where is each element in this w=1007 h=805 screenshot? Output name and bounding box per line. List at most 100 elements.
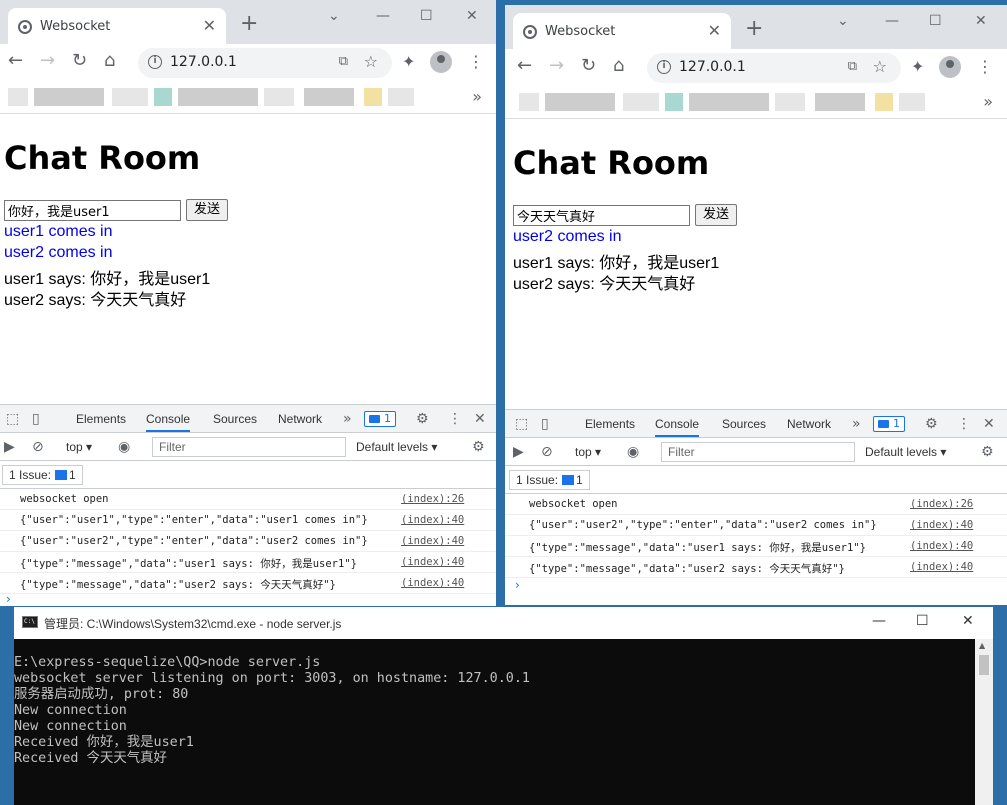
back-icon[interactable]: ← <box>8 52 23 70</box>
filter-input[interactable]: Filter <box>152 437 346 457</box>
bookmark-item[interactable] <box>264 88 294 106</box>
forward-icon[interactable]: → <box>40 52 55 70</box>
bookmark-item[interactable] <box>364 88 382 106</box>
maximize-button[interactable]: ☐ <box>916 613 929 629</box>
close-tab-icon[interactable]: ✕ <box>203 16 216 35</box>
bookmark-item[interactable] <box>689 93 769 111</box>
translate-icon[interactable]: ⧉ <box>339 54 348 69</box>
new-tab-button[interactable]: + <box>240 13 258 35</box>
inspect-icon[interactable]: ⬚ <box>6 411 19 427</box>
context-selector[interactable]: top ▾ <box>575 445 601 459</box>
info-icon[interactable]: i <box>657 60 671 74</box>
device-toggle-icon[interactable]: ▯ <box>32 411 40 427</box>
clear-console-icon[interactable]: ⊘ <box>541 444 553 460</box>
scrollbar[interactable]: ▲ <box>975 639 993 805</box>
eye-icon[interactable]: ◉ <box>118 439 130 455</box>
menu-icon[interactable]: ⋮ <box>977 57 993 76</box>
bookmark-item[interactable] <box>8 88 28 106</box>
console-prompt[interactable]: › <box>515 578 520 592</box>
menu-icon[interactable]: ⋮ <box>468 52 484 71</box>
bookmark-item[interactable] <box>178 88 258 106</box>
close-tab-icon[interactable]: ✕ <box>708 21 721 40</box>
console-settings-icon[interactable]: ⚙ <box>981 444 994 460</box>
log-levels-dropdown[interactable]: Default levels ▾ <box>356 440 437 454</box>
address-bar[interactable]: i 127.0.0.1 ⧉ ☆ <box>647 53 901 83</box>
extensions-icon[interactable]: ✦ <box>911 57 924 76</box>
bookmark-item[interactable] <box>388 88 414 106</box>
minimize-button[interactable]: — <box>872 613 886 629</box>
bookmark-item[interactable] <box>665 93 683 111</box>
log-source-link[interactable]: (index):40 <box>910 540 973 552</box>
log-source-link[interactable]: (index):40 <box>401 577 464 589</box>
more-options-icon[interactable]: ⋮ <box>957 416 971 432</box>
more-bookmarks-icon[interactable]: » <box>983 92 993 111</box>
gear-icon[interactable]: ⚙ <box>925 416 938 432</box>
more-bookmarks-icon[interactable]: » <box>472 87 482 106</box>
tab-search-icon[interactable]: ⌄ <box>837 13 849 29</box>
minimize-button[interactable]: — <box>376 8 390 24</box>
more-tabs-icon[interactable]: » <box>852 416 861 432</box>
bookmark-item[interactable] <box>775 93 805 111</box>
close-window-button[interactable]: ✕ <box>962 613 974 629</box>
bookmark-item[interactable] <box>112 88 148 106</box>
info-icon[interactable]: i <box>148 55 162 69</box>
clear-console-icon[interactable]: ⊘ <box>32 439 44 455</box>
tab-sources[interactable]: Sources <box>722 417 766 431</box>
close-devtools-icon[interactable]: ✕ <box>474 411 486 427</box>
bookmark-item[interactable] <box>154 88 172 106</box>
log-levels-dropdown[interactable]: Default levels ▾ <box>865 445 946 459</box>
minimize-button[interactable]: — <box>885 13 899 29</box>
address-bar[interactable]: i 127.0.0.1 ⧉ ☆ <box>138 48 392 78</box>
log-source-link[interactable]: (index):40 <box>910 519 973 531</box>
tab-elements[interactable]: Elements <box>76 412 126 426</box>
bookmark-item[interactable] <box>623 93 659 111</box>
tab-sources[interactable]: Sources <box>213 412 257 426</box>
log-source-link[interactable]: (index):40 <box>401 556 464 568</box>
browser-tab[interactable]: Websocket ✕ <box>8 8 226 44</box>
bookmark-item[interactable] <box>875 93 893 111</box>
tab-network[interactable]: Network <box>787 417 831 431</box>
new-tab-button[interactable]: + <box>745 18 763 40</box>
device-toggle-icon[interactable]: ▯ <box>541 416 549 432</box>
issues-badge[interactable]: 1 <box>873 416 905 432</box>
issues-button[interactable]: 1 Issue: 1 <box>509 470 590 490</box>
profile-avatar[interactable] <box>939 56 961 78</box>
message-input[interactable] <box>4 200 181 221</box>
bookmark-item[interactable] <box>545 93 615 111</box>
forward-icon[interactable]: → <box>549 57 564 75</box>
bookmark-star-icon[interactable]: ☆ <box>364 52 378 71</box>
home-icon[interactable]: ⌂ <box>104 52 115 70</box>
tab-network[interactable]: Network <box>278 412 322 426</box>
context-selector[interactable]: top ▾ <box>66 440 92 454</box>
bookmark-item[interactable] <box>519 93 539 111</box>
log-source-link[interactable]: (index):40 <box>401 514 464 526</box>
reload-icon[interactable]: ↻ <box>581 57 596 75</box>
bookmark-star-icon[interactable]: ☆ <box>873 57 887 76</box>
issues-button[interactable]: 1 Issue: 1 <box>2 465 83 485</box>
inspect-icon[interactable]: ⬚ <box>515 416 528 432</box>
log-source-link[interactable]: (index):40 <box>910 561 973 573</box>
maximize-button[interactable]: ☐ <box>420 8 433 24</box>
more-tabs-icon[interactable]: » <box>343 411 352 427</box>
tab-elements[interactable]: Elements <box>585 417 635 431</box>
back-icon[interactable]: ← <box>517 57 532 75</box>
sidebar-toggle-icon[interactable]: ▶ <box>513 444 524 460</box>
sidebar-toggle-icon[interactable]: ▶ <box>4 439 15 455</box>
send-button[interactable]: 发送 <box>186 199 228 221</box>
console-prompt[interactable]: › <box>6 592 11 606</box>
scrollbar-thumb[interactable] <box>979 655 989 675</box>
close-devtools-icon[interactable]: ✕ <box>983 416 995 432</box>
tab-console[interactable]: Console <box>146 412 191 432</box>
scroll-up-icon[interactable]: ▲ <box>979 641 985 650</box>
eye-icon[interactable]: ◉ <box>627 444 639 460</box>
gear-icon[interactable]: ⚙ <box>416 411 429 427</box>
browser-tab[interactable]: Websocket ✕ <box>513 13 731 49</box>
bookmark-item[interactable] <box>304 88 354 106</box>
close-window-button[interactable]: ✕ <box>466 8 478 24</box>
translate-icon[interactable]: ⧉ <box>848 59 857 74</box>
extensions-icon[interactable]: ✦ <box>402 52 415 71</box>
issues-badge[interactable]: 1 <box>364 411 396 427</box>
send-button[interactable]: 发送 <box>695 204 737 226</box>
filter-input[interactable]: Filter <box>661 442 855 462</box>
terminal-output[interactable]: E:\express-sequelize\QQ>node server.js we… <box>14 655 530 767</box>
